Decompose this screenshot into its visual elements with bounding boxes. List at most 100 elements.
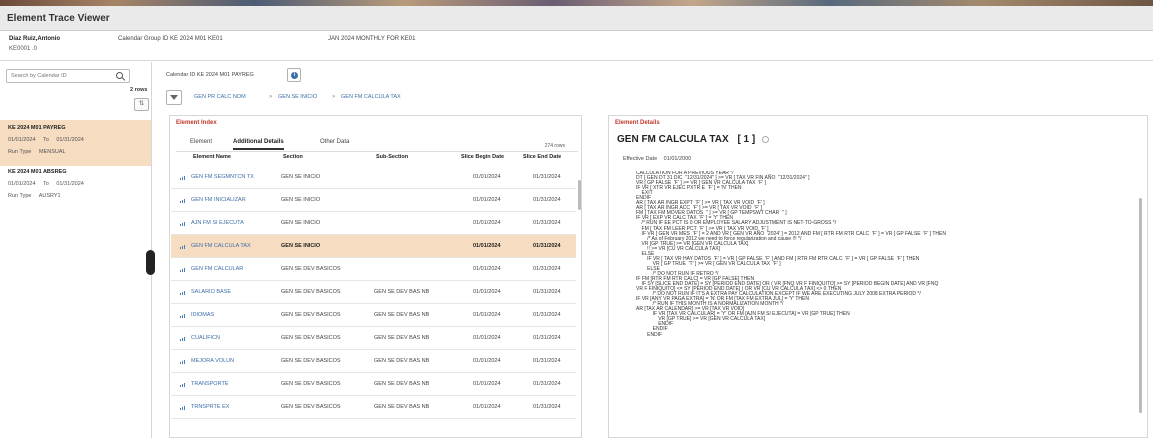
tab-additional-details[interactable]: Additional Details	[233, 139, 284, 150]
table-row[interactable]: GEN FM SEGMNTCN TX GEN SE INICIO 01/01/202…	[171, 166, 576, 189]
element-type-icon	[180, 267, 185, 272]
section-cell: GEN SE DEV BASICOS	[281, 289, 341, 295]
section-cell: GEN SE INICIO	[281, 220, 321, 226]
section-cell: GEN SE INICIO	[281, 243, 321, 249]
element-name-link[interactable]: GEN FM CALCULA TAX	[191, 243, 251, 249]
element-name-link[interactable]: AJN FM SI EJECUTA	[191, 220, 244, 226]
title-bar: Element Trace Viewer	[0, 6, 1153, 31]
slice-end-cell: 01/31/2024	[533, 358, 561, 364]
subsection-cell: GEN SE DEV BAS NB	[374, 381, 430, 387]
element-name-link[interactable]: MEJORA VOLUN	[191, 358, 234, 364]
breadcrumb-separator: >	[269, 94, 273, 100]
table-row[interactable]: MEJORA VOLUN GEN SE DEV BASICOS GEN SE DEV…	[171, 350, 576, 373]
section-cell: GEN SE DEV BASICOS	[281, 358, 341, 364]
calendar-search-input[interactable]	[7, 70, 111, 82]
calendar-id-bar: Calendar ID KE 2024 M01 PAYREG i	[153, 62, 1153, 85]
slice-end-cell: 01/31/2024	[533, 404, 561, 410]
column-header[interactable]: Slice Begin Date	[461, 154, 504, 160]
element-detail-name: GEN FM CALCULA TAX	[617, 134, 729, 145]
column-header[interactable]: Section	[283, 154, 303, 160]
table-row[interactable]: CUALIFICN GEN SE DEV BASICOS GEN SE DEV BA…	[171, 327, 576, 350]
slice-end-cell: 01/31/2024	[533, 197, 561, 203]
element-name-link[interactable]: TRNSPRTE EX	[191, 404, 229, 410]
slice-begin-cell: 01/01/2024	[473, 381, 501, 387]
table-row[interactable]: GEN FM CALCULA TAX GEN SE INICIO 01/01/202…	[171, 235, 576, 258]
column-header[interactable]: Element Name	[193, 154, 231, 160]
slice-end-cell: 01/31/2024	[533, 243, 561, 249]
slice-end-cell: 01/31/2024	[533, 289, 561, 295]
element-type-icon	[180, 221, 185, 226]
tab-other-data[interactable]: Other Data	[320, 139, 349, 148]
section-cell: GEN SE DEV BASICOS	[281, 335, 341, 341]
tab-element[interactable]: Element	[190, 139, 212, 148]
code-line: ENDIF	[636, 331, 663, 338]
calendar-id: KE 2024 M01 PAYREG	[8, 125, 66, 131]
table-row[interactable]: GEN FM INICIALIZAR GEN SE INICIO 01/01/202…	[171, 189, 576, 212]
rows-count: 2 rows	[130, 87, 148, 93]
subsection-cell: GEN SE DEV BAS NB	[374, 312, 430, 318]
table-row[interactable]: SALARIO BASE GEN SE DEV BASICOS GEN SE DEV…	[171, 281, 576, 304]
calendar-date-from: 01/01/2024	[8, 137, 36, 143]
table-row[interactable]: IDIOMAS GEN SE DEV BASICOS GEN SE DEV BAS …	[171, 304, 576, 327]
run-type-value: MENSUAL	[38, 149, 66, 155]
breadcrumb: GEN PR CALC NOM > GEN SE INICIO > GEN FM…	[166, 90, 766, 106]
run-type-label: Run Type	[8, 149, 32, 155]
element-type-icon	[180, 313, 185, 318]
element-type-icon	[180, 382, 185, 387]
sort-button[interactable]: ⇅	[134, 98, 149, 111]
element-name-link[interactable]: SALARIO BASE	[191, 289, 231, 295]
table-scrollbar[interactable]	[578, 180, 581, 210]
element-type-icon	[180, 336, 185, 341]
employee-id: KE0001 .0	[9, 46, 38, 52]
info-circle-icon[interactable]	[762, 135, 769, 143]
details-scrollbar[interactable]	[1139, 198, 1142, 413]
element-code: CALCULATION FOR A PREVIOUS YEAR */DT [ G…	[636, 171, 1146, 396]
collapse-handle[interactable]	[146, 250, 155, 275]
table-row[interactable]: AJN FM SI EJECUTA GEN SE INICIO 01/01/2024…	[171, 212, 576, 235]
element-index-title: Element Index	[176, 120, 217, 126]
slice-begin-cell: 01/01/2024	[473, 243, 501, 249]
element-details-title: Element Details	[615, 120, 660, 126]
calendar-search	[6, 69, 130, 83]
column-header[interactable]: Slice End Date	[523, 154, 561, 160]
slice-begin-cell: 01/01/2024	[473, 289, 501, 295]
calendar-item[interactable]: KE 2024 M01 ABSREG 01/01/2024 To 01/31/2…	[0, 166, 151, 212]
slice-begin-cell: 01/01/2024	[473, 335, 501, 341]
employee-header: Diaz Ruiz,Antonio KE0001 .0 Calendar Gro…	[0, 31, 1153, 61]
calendar-id-label: Calendar ID KE 2024 M01 PAYREG	[166, 72, 254, 78]
calendar-group-desc: JAN 2024 MONTHLY FOR KE01	[328, 36, 416, 42]
filter-icon[interactable]	[166, 90, 182, 105]
table-row[interactable]: GEN FM CALCULAR GEN SE DEV BASICOS 01/01/2…	[171, 258, 576, 281]
table-row[interactable]: TRNSPRTE EX GEN SE DEV BASICOS GEN SE DEV …	[171, 396, 576, 419]
breadcrumb-item[interactable]: GEN PR CALC NOM	[194, 94, 246, 100]
run-type-value: AUSRY1	[38, 193, 61, 199]
info-icon: i	[291, 72, 298, 79]
search-icon[interactable]	[116, 72, 123, 79]
slice-end-cell: 01/31/2024	[533, 335, 561, 341]
calendar-list-panel: 2 rows ⇅ KE 2024 M01 PAYREG 01/01/2024 T…	[0, 62, 152, 438]
section-cell: GEN SE DEV BASICOS	[281, 312, 341, 318]
calendar-id: KE 2024 M01 ABSREG	[8, 169, 67, 175]
breadcrumb-item[interactable]: GEN FM CALCULA TAX	[341, 94, 401, 100]
element-name-link[interactable]: IDIOMAS	[191, 312, 214, 318]
element-name-link[interactable]: GEN FM SEGMNTCN TX	[191, 174, 254, 180]
slice-begin-cell: 01/01/2024	[473, 358, 501, 364]
element-name-link[interactable]: CUALIFICN	[191, 335, 220, 341]
subsection-cell: GEN SE DEV BAS NB	[374, 358, 430, 364]
slice-begin-cell: 01/01/2024	[473, 312, 501, 318]
calendar-group-id: Calendar Group ID KE 2024 M01 KE01	[118, 36, 223, 42]
table-row[interactable]: TRANSPORTE GEN SE DEV BASICOS GEN SE DEV B…	[171, 373, 576, 396]
column-header[interactable]: Sub-Section	[376, 154, 408, 160]
element-type-icon	[180, 290, 185, 295]
calendar-date-to: 01/31/2024	[56, 181, 84, 187]
calendar-item[interactable]: KE 2024 M01 PAYREG 01/01/2024 To 01/31/2…	[0, 120, 151, 166]
breadcrumb-item[interactable]: GEN SE INICIO	[278, 94, 317, 100]
element-index-panel: Element Index Element Additional Details…	[169, 115, 582, 438]
slice-end-cell: 01/31/2024	[533, 381, 561, 387]
info-button[interactable]: i	[287, 68, 301, 82]
effective-date-label: Effective Date	[623, 156, 658, 162]
element-name-link[interactable]: GEN FM CALCULAR	[191, 266, 243, 272]
calendar-to-label: To	[42, 137, 49, 143]
element-name-link[interactable]: TRANSPORTE	[191, 381, 229, 387]
element-name-link[interactable]: GEN FM INICIALIZAR	[191, 197, 246, 203]
